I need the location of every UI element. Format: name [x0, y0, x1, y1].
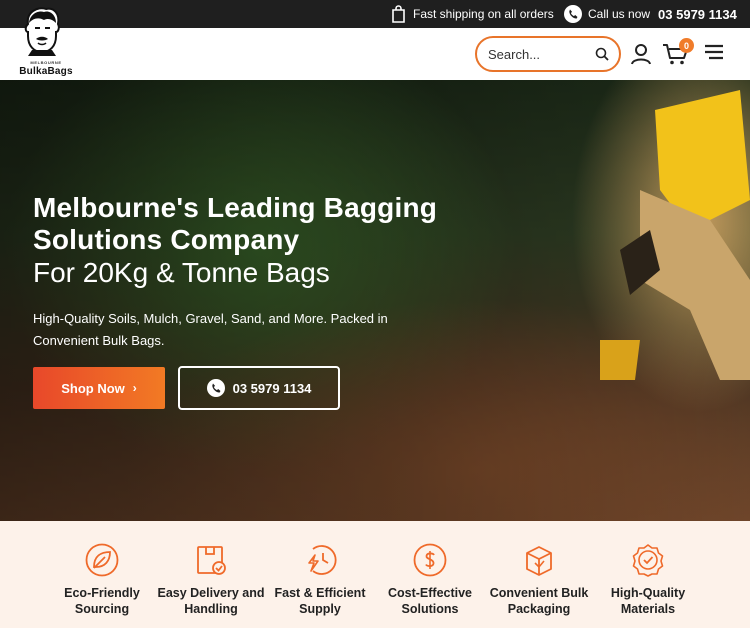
feature-label: Convenient Bulk Packaging	[489, 586, 589, 616]
shop-now-label: Shop Now	[61, 380, 125, 396]
call-button-label: 03 5979 1134	[232, 380, 312, 396]
hero-title: Melbourne's Leading Bagging Solutions Co…	[33, 192, 438, 255]
dollar-coin-icon	[413, 543, 447, 577]
box-check-icon	[197, 546, 226, 575]
hero-banner: Melbourne's Leading Bagging Solutions Co…	[0, 80, 750, 521]
shop-now-button[interactable]: Shop Now ›	[33, 367, 165, 409]
leaf-icon	[85, 543, 119, 577]
call-label: Call us now	[588, 7, 651, 21]
feature-label: High-Quality Materials	[610, 586, 686, 616]
quality-badge-icon	[632, 544, 664, 577]
phone-icon	[206, 379, 225, 397]
top-bar: Fast shipping on all orders Call us now …	[0, 0, 750, 28]
logo-wordmark[interactable]: BulkaBags	[16, 66, 76, 77]
feature-label: Fast & Efficient Supply	[274, 586, 366, 616]
search-box[interactable]	[475, 36, 621, 72]
cart-count-badge: 0	[679, 38, 694, 53]
search-icon[interactable]	[595, 47, 609, 61]
account-icon[interactable]	[630, 43, 652, 65]
shopping-bag-icon	[392, 5, 405, 23]
call-button[interactable]: 03 5979 1134	[178, 366, 340, 410]
phone-icon	[564, 5, 582, 23]
shipping-notice: Fast shipping on all orders	[390, 0, 554, 28]
features-strip: Eco-Friendly Sourcing Easy Delivery and …	[0, 521, 750, 628]
hamburger-menu-icon[interactable]	[704, 44, 724, 60]
shipping-text: Fast shipping on all orders	[413, 7, 554, 21]
chevron-right-icon: ›	[132, 381, 137, 395]
search-input[interactable]	[488, 46, 588, 62]
package-icon	[526, 546, 552, 576]
hero-content: Melbourne's Leading Bagging Solutions Co…	[33, 192, 573, 352]
hero-subtitle: For 20Kg & Tonne Bags	[33, 257, 330, 288]
logo-tagline: MELBOURNE	[30, 60, 62, 65]
feature-label: Easy Delivery and Handling	[157, 586, 265, 616]
call-us[interactable]: Call us now 03 5979 1134	[564, 0, 737, 28]
topbar-phone[interactable]: 03 5979 1134	[658, 7, 737, 22]
clock-speed-icon	[308, 545, 337, 575]
feature-label: Cost-Effective Solutions	[387, 586, 473, 616]
hero-worker-image	[600, 90, 750, 380]
feature-label: Eco-Friendly Sourcing	[64, 586, 140, 616]
logo-mascot-icon[interactable]	[20, 6, 64, 56]
hero-description: High-Quality Soils, Mulch, Gravel, Sand,…	[33, 311, 388, 348]
